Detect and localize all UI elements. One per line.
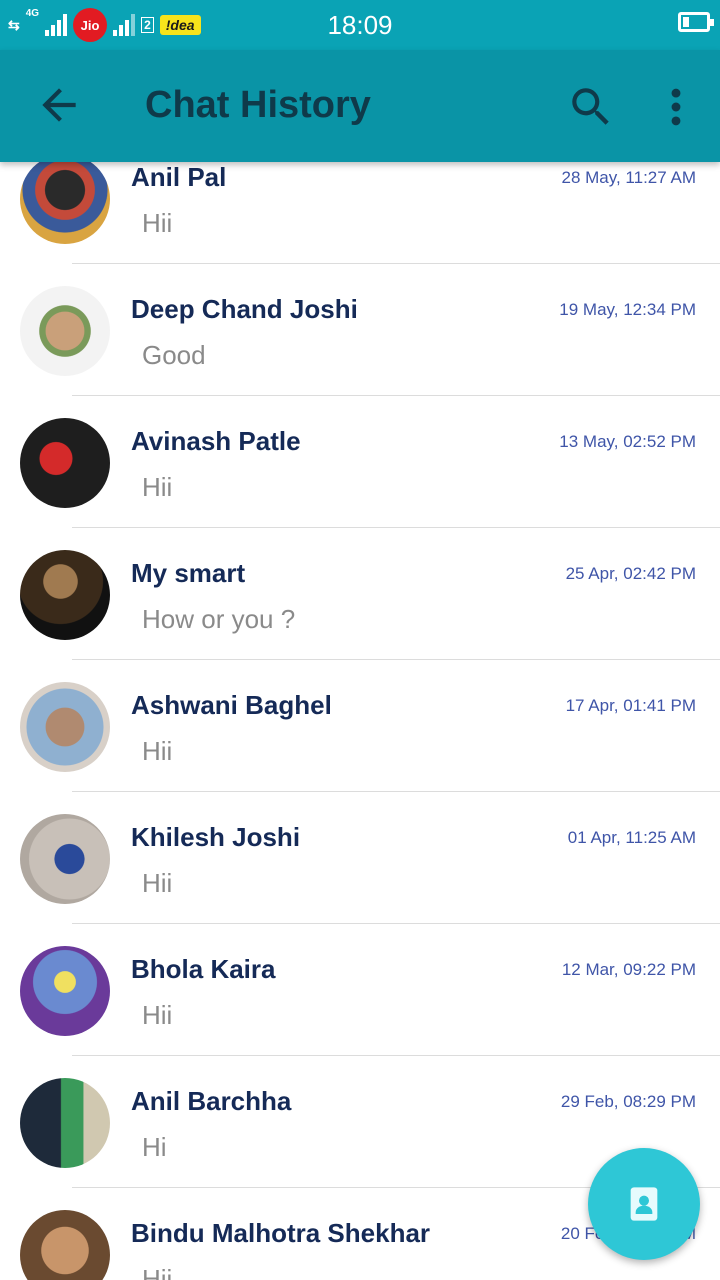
last-message: Hi: [142, 1132, 167, 1162]
last-message: Hii: [142, 1000, 173, 1030]
contact-name: Ashwani Baghel: [131, 690, 332, 720]
chat-item[interactable]: Bhola Kaira 12 Mar, 09:22 PM Hii: [0, 924, 720, 1056]
last-message: Good: [142, 340, 206, 370]
chat-item[interactable]: Deep Chand Joshi 19 May, 12:34 PM Good: [0, 264, 720, 396]
last-message: Hii: [142, 208, 173, 238]
avatar[interactable]: [20, 550, 110, 640]
last-message: Hii: [142, 868, 173, 898]
avatar[interactable]: [20, 946, 110, 1036]
status-time: 18:09: [327, 10, 393, 40]
arrow-back-icon[interactable]: [34, 80, 84, 130]
app-toolbar: Chat History: [0, 50, 720, 162]
more-vert-icon[interactable]: [658, 82, 694, 132]
avatar[interactable]: [20, 162, 110, 244]
last-message: Hii: [142, 472, 173, 502]
avatar[interactable]: [20, 682, 110, 772]
chat-time: 12 Mar, 09:22 PM: [561, 960, 696, 979]
chat-time: 28 May, 11:27 AM: [561, 168, 697, 187]
chat-item[interactable]: Anil Pal 28 May, 11:27 AM Hii: [0, 162, 720, 264]
chat-time: 13 May, 02:52 PM: [559, 432, 696, 451]
avatar[interactable]: [20, 418, 110, 508]
contact-name: Anil Pal: [131, 162, 227, 192]
chat-item[interactable]: My smart 25 Apr, 02:42 PM How or you ?: [0, 528, 720, 660]
contact-name: Avinash Patle: [131, 426, 301, 456]
avatar[interactable]: [20, 814, 110, 904]
battery-icon: [678, 12, 714, 32]
contacts-icon: [630, 1187, 658, 1221]
contact-name: Bhola Kaira: [131, 954, 276, 984]
chat-time: 25 Apr, 02:42 PM: [565, 564, 696, 583]
last-message: How or you ?: [142, 604, 296, 634]
contact-name: Bindu Malhotra Shekhar: [131, 1218, 431, 1248]
chat-item[interactable]: Ashwani Baghel 17 Apr, 01:41 PM Hii: [0, 660, 720, 792]
last-message: Hii: [142, 736, 173, 766]
search-icon[interactable]: [566, 82, 616, 132]
chat-list-content: Anil Pal 28 May, 11:27 AM Hii Deep Chand…: [0, 162, 720, 1280]
chat-time: 17 Apr, 01:41 PM: [565, 696, 696, 715]
contact-name: Deep Chand Joshi: [131, 294, 358, 324]
contacts-fab-button[interactable]: [588, 1148, 700, 1260]
chat-time: 19 May, 12:34 PM: [559, 300, 696, 319]
status-bar: ⇆ 4G Jio 2 !dea 18:09: [0, 0, 720, 50]
chat-item[interactable]: Avinash Patle 13 May, 02:52 PM Hii: [0, 396, 720, 528]
chat-time: 29 Feb, 08:29 PM: [560, 1092, 696, 1111]
avatar[interactable]: [20, 286, 110, 376]
contact-name: Khilesh Joshi: [131, 822, 301, 852]
avatar[interactable]: [20, 1210, 110, 1280]
contact-name: My smart: [131, 558, 246, 588]
chat-list[interactable]: Anil Pal 28 May, 11:27 AM Hii Deep Chand…: [0, 162, 720, 1280]
avatar[interactable]: [20, 1078, 110, 1168]
page-title: Chat History: [145, 84, 371, 126]
contact-name: Anil Barchha: [131, 1086, 292, 1116]
last-message: Hii: [142, 1264, 173, 1280]
chat-item[interactable]: Khilesh Joshi 01 Apr, 11:25 AM Hii: [0, 792, 720, 924]
chat-time: 01 Apr, 11:25 AM: [567, 828, 696, 847]
